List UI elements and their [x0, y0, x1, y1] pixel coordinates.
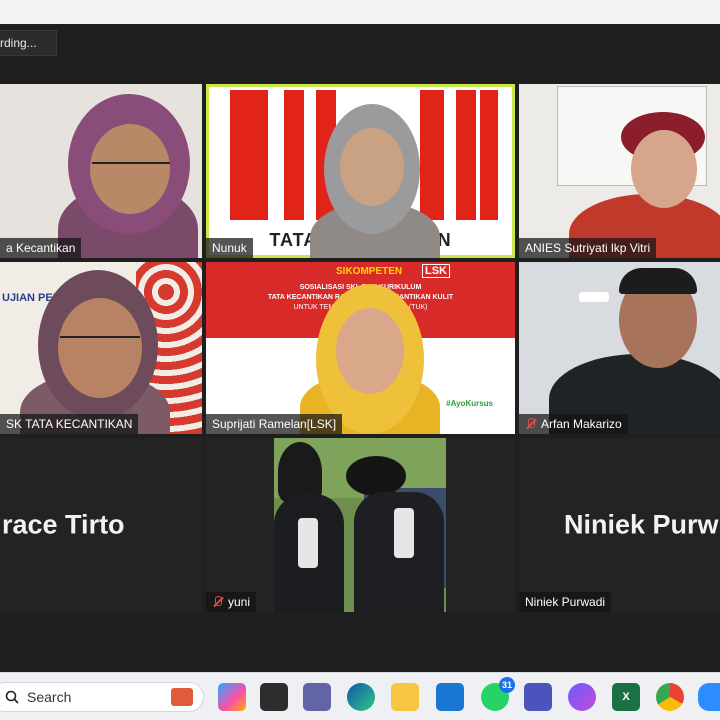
task-view-icon[interactable] — [260, 683, 288, 711]
glasses — [92, 162, 170, 164]
chrome-icon[interactable] — [656, 683, 684, 711]
face — [90, 124, 170, 214]
recording-indicator[interactable]: rding... — [0, 30, 57, 56]
copilot-icon[interactable] — [218, 683, 246, 711]
participant-name: a Kecantikan — [6, 241, 76, 255]
face — [58, 298, 142, 398]
notification-badge: 31 — [499, 677, 515, 693]
participant-tile-2[interactable]: TATA KECANTIKAN Nunuk — [206, 84, 515, 258]
hair — [619, 268, 697, 294]
participant-tile-7[interactable]: race Tirto — [0, 438, 202, 612]
banner-hashtag: #AyoKursus — [446, 399, 493, 408]
face — [336, 308, 404, 394]
zoom-meeting-window: rding... a Kecantikan TATA KECANTIKAN Nu… — [0, 0, 720, 720]
banner-logo-sikompeten: SIKOMPETEN — [336, 266, 403, 277]
mic-muted-icon — [212, 596, 224, 608]
face — [340, 128, 404, 206]
face — [631, 130, 697, 208]
teams-icon[interactable] — [303, 683, 331, 711]
participant-video — [274, 438, 446, 612]
file-explorer-icon[interactable] — [391, 683, 419, 711]
whatsapp-icon[interactable]: 31 — [481, 677, 515, 711]
mic-muted-icon — [525, 418, 537, 430]
ceiling-light — [579, 292, 609, 302]
search-highlight-icon — [171, 688, 193, 706]
participant-name: Nunuk — [212, 241, 247, 255]
search-input[interactable] — [27, 689, 147, 705]
participant-name: yuni — [228, 595, 251, 609]
window-title-strip — [0, 0, 720, 24]
participant-tile-1[interactable]: a Kecantikan — [0, 84, 202, 258]
participant-tile-5[interactable]: LSK SIKOMPETEN SOSIALISASI SKL DAN KURIK… — [206, 262, 515, 434]
participant-display-name: Niniek Purw — [564, 509, 719, 540]
office-icon[interactable] — [524, 683, 552, 711]
copilot-app-icon[interactable] — [568, 683, 596, 711]
participant-name: Suprijati Ramelan[LSK] — [212, 417, 337, 431]
edge-icon[interactable] — [347, 683, 375, 711]
participant-tile-8[interactable]: yuni — [206, 438, 515, 612]
search-icon — [5, 690, 19, 704]
glasses — [60, 336, 140, 338]
mail-icon[interactable] — [436, 683, 464, 711]
participant-tile-3[interactable]: ANIES Sutriyati lkp Vitri — [519, 84, 720, 258]
participant-name: Arfan Makarizo — [541, 417, 622, 431]
participant-name: SK TATA KECANTIKAN — [6, 417, 133, 431]
banner-logo-lsk: LSK — [422, 264, 450, 278]
participant-tile-9[interactable]: Niniek Purw Niniek Purwadi — [519, 438, 720, 612]
participant-display-name: race Tirto — [2, 509, 125, 540]
participant-name: ANIES Sutriyati lkp Vitri — [525, 241, 651, 255]
participant-name: Niniek Purwadi — [525, 595, 606, 609]
excel-icon[interactable]: X — [612, 683, 640, 711]
taskbar-search[interactable] — [0, 682, 204, 712]
zoom-icon[interactable] — [698, 683, 720, 711]
participant-tile-4[interactable]: UJIAN PEN SK TATA KECANTIKAN — [0, 262, 202, 434]
participant-tile-6[interactable]: Arfan Makarizo — [519, 262, 720, 434]
windows-taskbar: 31 X — [0, 672, 720, 720]
